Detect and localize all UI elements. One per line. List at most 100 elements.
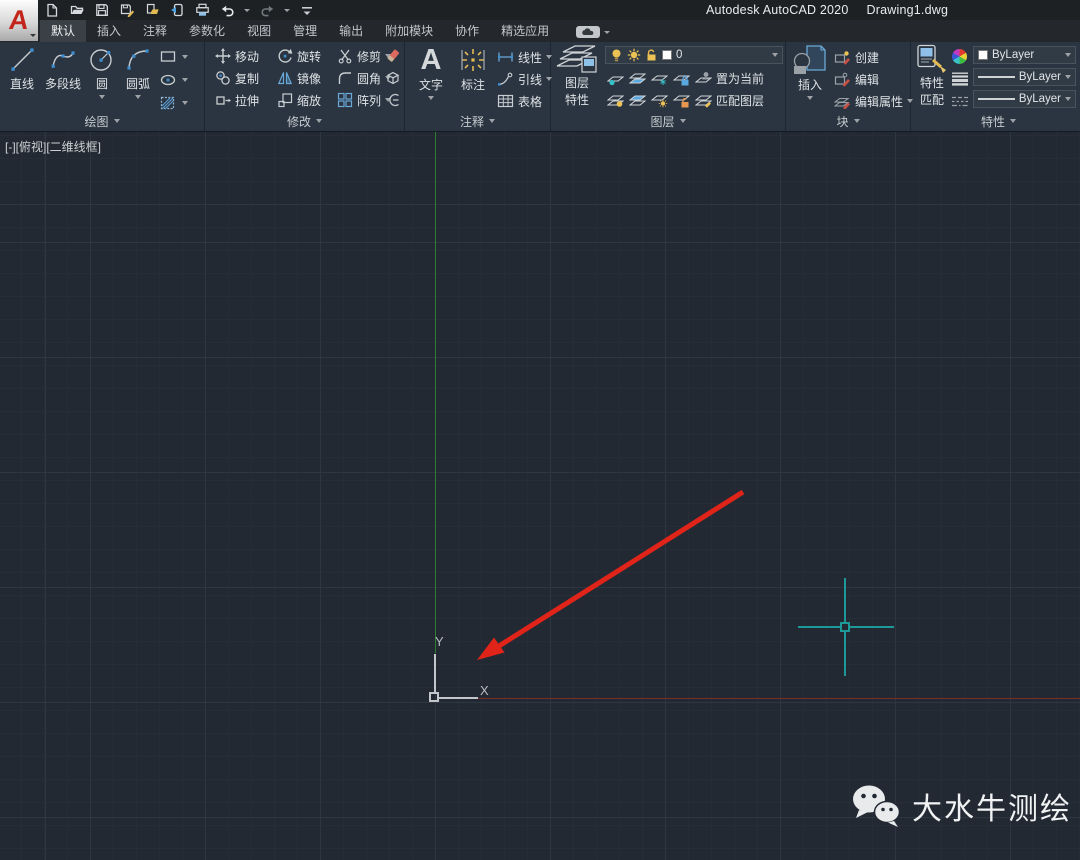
redo-dropdown-arrow[interactable]	[284, 9, 290, 12]
color-wheel-button[interactable]	[952, 47, 967, 65]
tab-addins[interactable]: 附加模块	[374, 20, 444, 42]
rotate-button[interactable]: 旋转	[277, 47, 321, 65]
layer-off-button[interactable]	[607, 69, 624, 87]
tab-view[interactable]: 视图	[236, 20, 282, 42]
dimension-icon	[458, 44, 488, 76]
leader-button[interactable]: 引线	[497, 70, 552, 88]
tab-featured-apps[interactable]: 精选应用	[490, 20, 560, 42]
open-file-button[interactable]	[69, 2, 85, 18]
viewport-controls[interactable]: [-][俯视][二维线框]	[5, 138, 101, 155]
cloud-apps-button[interactable]	[576, 26, 610, 38]
undo-dropdown-arrow[interactable]	[244, 9, 250, 12]
table-icon	[497, 94, 514, 108]
explode-icon	[385, 70, 401, 86]
stretch-button[interactable]: 拉伸	[215, 91, 259, 109]
layer-on-button[interactable]	[607, 91, 624, 109]
panel-title-modify[interactable]: 修改	[205, 112, 404, 130]
panel-title-annotate[interactable]: 注释	[405, 112, 550, 130]
plot-button[interactable]	[194, 2, 210, 18]
x-axis-line	[452, 698, 1080, 699]
save-button[interactable]	[94, 2, 110, 18]
circle-button[interactable]: 圆	[86, 45, 118, 99]
panel-title-layers[interactable]: 图层	[551, 112, 785, 130]
panel-layers-expand-arrow	[680, 119, 686, 123]
application-menu-button[interactable]: A	[0, 0, 38, 41]
trim-icon	[337, 48, 353, 64]
cloud-icon	[576, 26, 600, 38]
linetype-icon	[951, 95, 969, 108]
tab-manage[interactable]: 管理	[282, 20, 328, 42]
line-button[interactable]: 直线	[5, 45, 39, 92]
panel-title-properties[interactable]: 特性	[911, 112, 1016, 130]
arc-button[interactable]: 圆弧	[120, 45, 156, 99]
watermark-text: 大水牛测绘	[912, 784, 1072, 828]
text-button[interactable]: A 文字	[414, 44, 448, 100]
edit-block-button[interactable]: 编辑	[834, 70, 879, 88]
lineweight-dropdown[interactable]: ByLayer	[973, 68, 1076, 86]
set-current-layer-button[interactable]: 置为当前	[695, 69, 764, 87]
open-from-web-button[interactable]	[144, 2, 160, 18]
drawing-canvas[interactable]: [-][俯视][二维线框] Y X	[0, 132, 1080, 860]
edit-attributes-button[interactable]: 编辑属性	[834, 92, 913, 110]
tab-insert[interactable]: 插入	[86, 20, 132, 42]
erase-button[interactable]	[385, 47, 401, 65]
lineweight-list-button[interactable]	[951, 69, 969, 87]
rectangle-button[interactable]	[160, 48, 188, 66]
panel-title-block[interactable]: 块	[786, 112, 910, 130]
scale-button[interactable]: 缩放	[277, 91, 321, 109]
y-axis-line	[435, 132, 436, 653]
mirror-button[interactable]: 镜像	[277, 69, 321, 87]
ellipse-button[interactable]	[160, 71, 188, 89]
crosshair-pickbox	[840, 622, 850, 632]
table-button[interactable]: 表格	[497, 92, 542, 110]
tab-collaborate[interactable]: 协作	[444, 20, 490, 42]
explode-button[interactable]	[385, 69, 401, 87]
layer-isolate-button[interactable]	[629, 69, 646, 87]
create-block-button[interactable]: 创建	[834, 48, 879, 66]
panel-annotate-expand-arrow	[489, 119, 495, 123]
tab-home[interactable]: 默认	[40, 20, 86, 42]
copy-button[interactable]: 复制	[215, 69, 259, 87]
layer-unisolate-button[interactable]	[629, 91, 646, 109]
customize-qat-button[interactable]	[299, 2, 315, 18]
match-properties-icon	[916, 44, 948, 74]
tab-output[interactable]: 输出	[328, 20, 374, 42]
tab-annotate[interactable]: 注释	[132, 20, 178, 42]
arc-dropdown-arrow	[135, 95, 141, 99]
linetype-dropdown[interactable]: ByLayer	[973, 90, 1076, 108]
hatch-button[interactable]	[160, 94, 188, 112]
linear-dimension-button[interactable]: 线性	[497, 48, 552, 66]
layer-lock-button[interactable]	[673, 69, 690, 87]
tab-parametric[interactable]: 参数化	[178, 20, 236, 42]
object-color-swatch	[978, 50, 988, 60]
undo-button[interactable]	[219, 2, 235, 18]
trim-button[interactable]: 修剪	[337, 47, 391, 65]
save-as-button[interactable]	[119, 2, 135, 18]
layer-unlock-button[interactable]	[673, 91, 690, 109]
match-properties-button[interactable]: 特性 匹配	[915, 44, 949, 108]
fillet-button[interactable]: 圆角	[337, 69, 391, 87]
panel-layers: 图层 特性 0 置为当前	[551, 42, 786, 131]
object-color-dropdown[interactable]: ByLayer	[973, 46, 1076, 64]
layer-freeze-button[interactable]	[651, 69, 668, 87]
circle-icon	[88, 45, 116, 75]
dimension-button[interactable]: 标注	[453, 44, 493, 93]
panel-title-draw[interactable]: 绘图	[0, 112, 204, 130]
layer-properties-button[interactable]: 图层 特性	[555, 44, 599, 108]
polyline-button[interactable]: 多段线	[40, 45, 86, 92]
new-file-button[interactable]	[44, 2, 60, 18]
insert-block-button[interactable]: 插入	[791, 44, 829, 100]
current-layer-name: 0	[676, 49, 682, 61]
redo-button[interactable]	[259, 2, 275, 18]
layer-unisolate-icon	[629, 93, 646, 108]
layer-thaw-button[interactable]	[651, 91, 668, 109]
linetype-list-button[interactable]	[951, 92, 969, 110]
array-button[interactable]: 阵列	[337, 91, 391, 109]
share-drawing-button[interactable]	[169, 2, 185, 18]
layer-freeze-icon	[651, 71, 668, 86]
move-button[interactable]: 移动	[215, 47, 259, 65]
match-layer-button[interactable]: 匹配图层	[695, 91, 764, 109]
layer-dropdown[interactable]: 0	[605, 46, 783, 64]
clip-button[interactable]	[385, 91, 401, 109]
autocad-logo-icon: A	[8, 7, 30, 34]
